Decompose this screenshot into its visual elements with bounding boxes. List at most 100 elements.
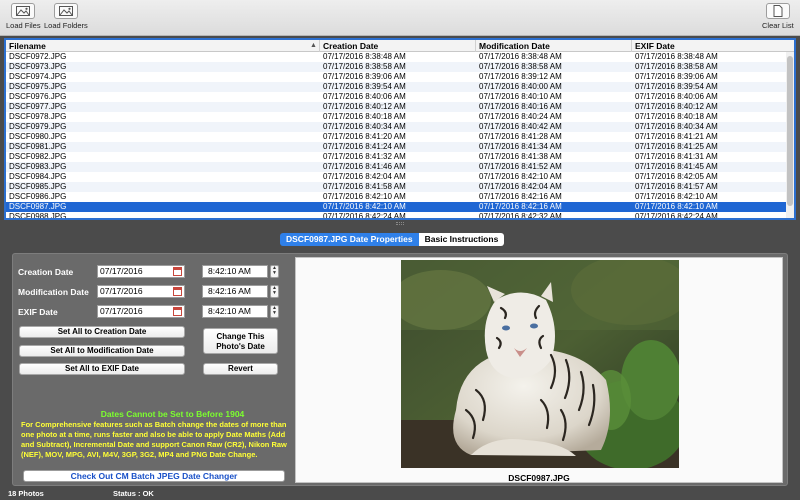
- photo-count: 18 Photos: [8, 489, 44, 498]
- scrollbar-thumb[interactable]: [787, 56, 793, 206]
- cell-exif-date: 07/17/2016 8:41:57 AM: [635, 182, 718, 191]
- load-folders-label: Load Folders: [44, 21, 88, 30]
- table-row[interactable]: DSCF0980.JPG 07/17/2016 8:41:20 AM 07/17/2…: [6, 132, 788, 142]
- batch-changer-link[interactable]: Check Out CM Batch JPEG Date Changer: [23, 470, 285, 482]
- upgrade-description: For Comprehensive features such as Batch…: [21, 420, 287, 459]
- cell-creation-date: 07/17/2016 8:38:58 AM: [323, 62, 406, 71]
- column-header-label: EXIF Date: [635, 41, 675, 51]
- cell-exif-date: 07/17/2016 8:39:54 AM: [635, 82, 718, 91]
- cell-exif-date: 07/17/2016 8:41:45 AM: [635, 162, 718, 171]
- calendar-icon[interactable]: [173, 307, 182, 316]
- cell-modification-date: 07/17/2016 8:42:10 AM: [479, 172, 562, 181]
- column-header-filename[interactable]: Filename: [6, 40, 320, 52]
- table-row[interactable]: DSCF0984.JPG 07/17/2016 8:42:04 AM 07/17/2…: [6, 172, 788, 182]
- cell-creation-date: 07/17/2016 8:41:58 AM: [323, 182, 406, 191]
- load-folders-button[interactable]: Load Folders: [44, 3, 88, 30]
- vertical-scrollbar[interactable]: [786, 52, 794, 218]
- chevron-down-icon[interactable]: ▼: [272, 290, 277, 296]
- load-files-label: Load Files: [6, 21, 41, 30]
- table-row[interactable]: DSCF0983.JPG 07/17/2016 8:41:46 AM 07/17/2…: [6, 162, 788, 172]
- set-all-modification-button[interactable]: Set All to Modification Date: [19, 345, 185, 357]
- exif-time-field[interactable]: 8:42:10 AM: [202, 305, 268, 318]
- cell-creation-date: 07/17/2016 8:41:24 AM: [323, 142, 406, 151]
- split-view-handle[interactable]: [396, 222, 404, 225]
- cell-filename: DSCF0988.JPG: [9, 212, 67, 220]
- cell-modification-date: 07/17/2016 8:42:16 AM: [479, 202, 562, 211]
- creation-time-stepper[interactable]: ▲ ▼: [270, 265, 279, 278]
- modification-time-stepper[interactable]: ▲ ▼: [270, 285, 279, 298]
- calendar-icon[interactable]: [173, 267, 182, 276]
- clear-document-icon: [765, 3, 790, 19]
- clear-list-label: Clear List: [762, 21, 794, 30]
- cell-exif-date: 07/17/2016 8:42:10 AM: [635, 202, 718, 211]
- modification-date-field[interactable]: 07/17/2016: [97, 285, 185, 298]
- table-row[interactable]: DSCF0977.JPG 07/17/2016 8:40:12 AM 07/17/2…: [6, 102, 788, 112]
- clear-list-button[interactable]: Clear List: [762, 3, 794, 30]
- set-all-exif-button[interactable]: Set All to EXIF Date: [19, 363, 185, 375]
- column-header-label: Modification Date: [479, 41, 550, 51]
- set-all-creation-button[interactable]: Set All to Creation Date: [19, 326, 185, 338]
- image-icon: [11, 3, 36, 19]
- cell-filename: DSCF0980.JPG: [9, 132, 67, 141]
- column-header-exif-date[interactable]: EXIF Date: [632, 40, 794, 52]
- column-header-modification-date[interactable]: Modification Date: [476, 40, 632, 52]
- tab-basic-instructions[interactable]: Basic Instructions: [418, 233, 505, 246]
- cell-filename: DSCF0976.JPG: [9, 92, 67, 101]
- revert-button[interactable]: Revert: [203, 363, 278, 375]
- cell-filename: DSCF0974.JPG: [9, 72, 67, 81]
- cell-modification-date: 07/17/2016 8:42:32 AM: [479, 212, 562, 220]
- cell-exif-date: 07/17/2016 8:38:58 AM: [635, 62, 718, 71]
- load-files-button[interactable]: Load Files: [6, 3, 41, 30]
- table-row[interactable]: DSCF0982.JPG 07/17/2016 8:41:32 AM 07/17/2…: [6, 152, 788, 162]
- file-table: Filename ▲ Creation Date Modification Da…: [4, 38, 796, 220]
- cell-filename: DSCF0984.JPG: [9, 172, 67, 181]
- table-body: DSCF0972.JPG 07/17/2016 8:38:48 AM 07/17/2…: [6, 52, 788, 220]
- creation-date-value: 07/17/2016: [100, 266, 143, 276]
- toolbar: Load Files Load Folders Clear List: [0, 0, 800, 36]
- sort-ascending-icon: ▲: [310, 42, 317, 49]
- table-row[interactable]: DSCF0976.JPG 07/17/2016 8:40:06 AM 07/17/2…: [6, 92, 788, 102]
- table-row[interactable]: DSCF0973.JPG 07/17/2016 8:38:58 AM 07/17/2…: [6, 62, 788, 72]
- exif-date-field[interactable]: 07/17/2016: [97, 305, 185, 318]
- cell-creation-date: 07/17/2016 8:40:06 AM: [323, 92, 406, 101]
- table-row[interactable]: DSCF0987.JPG 07/17/2016 8:42:10 AM 07/17/2…: [6, 202, 788, 212]
- creation-time-field[interactable]: 8:42:10 AM: [202, 265, 268, 278]
- calendar-icon[interactable]: [173, 287, 182, 296]
- chevron-down-icon[interactable]: ▼: [272, 310, 277, 316]
- table-row[interactable]: DSCF0988.JPG 07/17/2016 8:42:24 AM 07/17/2…: [6, 212, 788, 220]
- cell-exif-date: 07/17/2016 8:40:06 AM: [635, 92, 718, 101]
- table-row[interactable]: DSCF0978.JPG 07/17/2016 8:40:18 AM 07/17/2…: [6, 112, 788, 122]
- chevron-down-icon[interactable]: ▼: [272, 270, 277, 276]
- cell-exif-date: 07/17/2016 8:42:05 AM: [635, 172, 718, 181]
- table-row[interactable]: DSCF0975.JPG 07/17/2016 8:39:54 AM 07/17/2…: [6, 82, 788, 92]
- table-row[interactable]: DSCF0974.JPG 07/17/2016 8:39:06 AM 07/17/2…: [6, 72, 788, 82]
- cell-modification-date: 07/17/2016 8:40:00 AM: [479, 82, 562, 91]
- images-folder-icon: [53, 3, 78, 19]
- creation-date-field[interactable]: 07/17/2016: [97, 265, 185, 278]
- cell-creation-date: 07/17/2016 8:38:48 AM: [323, 52, 406, 61]
- cell-filename: DSCF0985.JPG: [9, 182, 67, 191]
- table-row[interactable]: DSCF0972.JPG 07/17/2016 8:38:48 AM 07/17/2…: [6, 52, 788, 62]
- table-row[interactable]: DSCF0981.JPG 07/17/2016 8:41:24 AM 07/17/2…: [6, 142, 788, 152]
- cell-modification-date: 07/17/2016 8:41:34 AM: [479, 142, 562, 151]
- cell-filename: DSCF0979.JPG: [9, 122, 67, 131]
- modification-time-field[interactable]: 8:42:16 AM: [202, 285, 268, 298]
- cell-modification-date: 07/17/2016 8:41:38 AM: [479, 152, 562, 161]
- table-row[interactable]: DSCF0986.JPG 07/17/2016 8:42:10 AM 07/17/2…: [6, 192, 788, 202]
- column-header-creation-date[interactable]: Creation Date: [320, 40, 476, 52]
- cell-exif-date: 07/17/2016 8:40:12 AM: [635, 102, 718, 111]
- table-row[interactable]: DSCF0985.JPG 07/17/2016 8:41:58 AM 07/17/2…: [6, 182, 788, 192]
- exif-time-stepper[interactable]: ▲ ▼: [270, 305, 279, 318]
- cell-modification-date: 07/17/2016 8:39:12 AM: [479, 72, 562, 81]
- exif-date-value: 07/17/2016: [100, 306, 143, 316]
- table-row[interactable]: DSCF0979.JPG 07/17/2016 8:40:34 AM 07/17/2…: [6, 122, 788, 132]
- change-photo-date-button[interactable]: Change This Photo's Date: [203, 328, 278, 354]
- modification-time-value: 8:42:16 AM: [208, 286, 252, 296]
- creation-time-value: 8:42:10 AM: [208, 266, 252, 276]
- cell-exif-date: 07/17/2016 8:41:21 AM: [635, 132, 718, 141]
- photo-preview: DSCF0987.JPG: [295, 257, 783, 483]
- column-header-label: Filename: [9, 41, 46, 51]
- cell-creation-date: 07/17/2016 8:42:04 AM: [323, 172, 406, 181]
- tab-date-properties[interactable]: DSCF0987.JPG Date Properties: [280, 233, 419, 246]
- modification-date-label: Modification Date: [18, 287, 89, 297]
